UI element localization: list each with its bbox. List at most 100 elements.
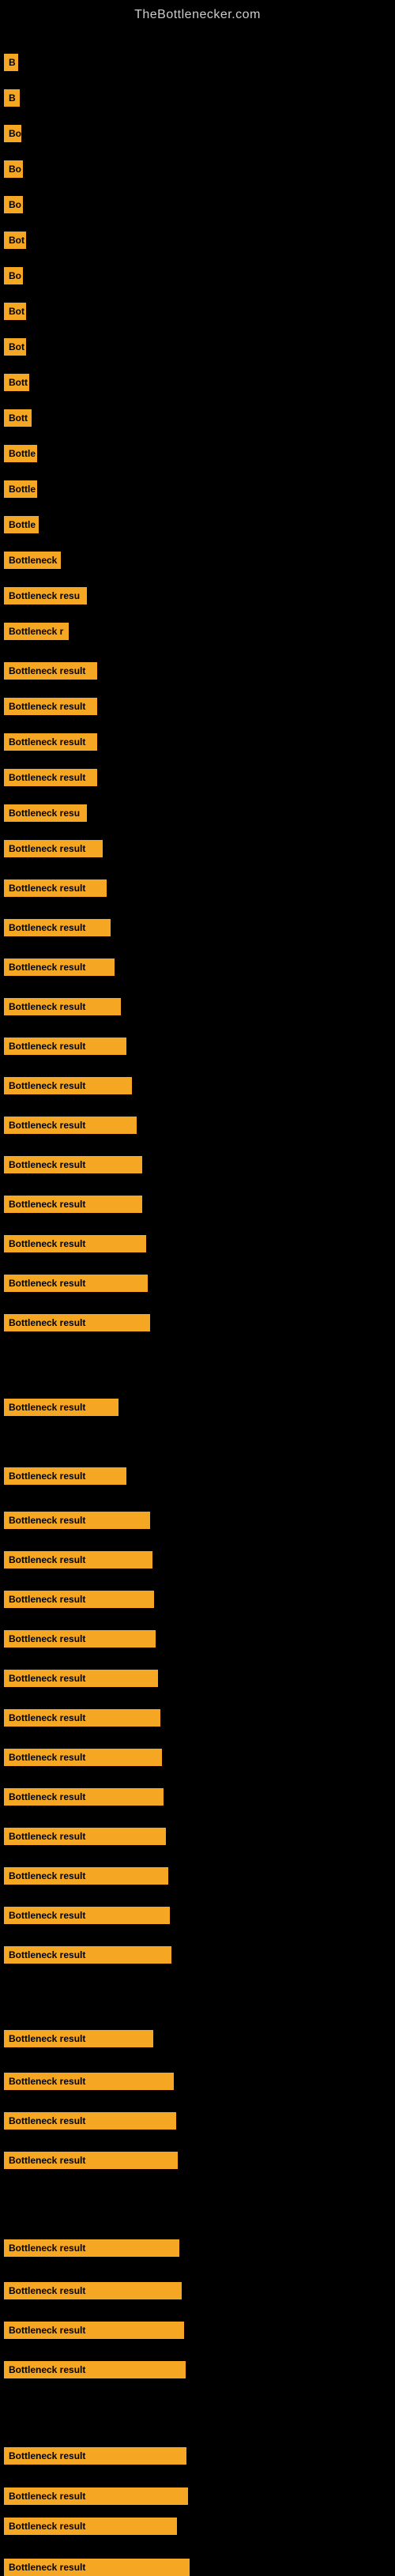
bar-label: Bottleneck result — [4, 1670, 158, 1687]
bar-row: Bottleneck result — [4, 1467, 126, 1485]
bar-label: Bottleneck result — [4, 1314, 150, 1331]
bar-label: Bottleneck resu — [4, 587, 87, 604]
bar-label: Bot — [4, 338, 26, 356]
bar-label: Bottleneck result — [4, 1038, 126, 1055]
bar-row: Bottleneck r — [4, 623, 69, 640]
bar-row: Bottleneck result — [4, 2322, 184, 2339]
bar-label: Bottleneck result — [4, 1591, 154, 1608]
bar-label: Bottle — [4, 480, 37, 498]
bar-label: Bottleneck result — [4, 1828, 166, 1845]
bar-label: Bottleneck resu — [4, 804, 87, 822]
bar-label: Bottleneck result — [4, 2447, 186, 2465]
bar-row: Bottleneck result — [4, 2361, 186, 2378]
bar-label: Bottleneck result — [4, 2073, 174, 2090]
bar-label: Bottleneck result — [4, 840, 103, 857]
bar-row: Bottleneck result — [4, 1630, 156, 1648]
bar-row: Bo — [4, 160, 23, 178]
bar-row: Bottleneck result — [4, 1196, 142, 1213]
bar-row: Bottleneck result — [4, 1709, 160, 1727]
bar-row: Bott — [4, 409, 32, 427]
bar-label: Bottleneck result — [4, 2112, 176, 2130]
bar-row: Bottleneck result — [4, 1749, 162, 1766]
bar-label: Bo — [4, 125, 21, 142]
bar-row: Bottleneck result — [4, 1907, 170, 1924]
bar-row: Bottle — [4, 445, 37, 462]
bar-row: Bottleneck result — [4, 879, 107, 897]
bar-row: Bottleneck result — [4, 840, 103, 857]
bar-label: Bottleneck result — [4, 1946, 171, 1964]
bar-label: Bottleneck r — [4, 623, 69, 640]
bar-label: Bottleneck result — [4, 879, 107, 897]
bar-row: Bottleneck resu — [4, 804, 87, 822]
bar-label: Bottle — [4, 445, 37, 462]
bar-label: Bottleneck result — [4, 1399, 118, 1416]
bar-label: Bottleneck result — [4, 1867, 168, 1885]
bar-row: Bottleneck result — [4, 1117, 137, 1134]
bar-label: Bottleneck result — [4, 2487, 188, 2505]
bar-label: Bottleneck result — [4, 1512, 150, 1529]
bar-label: Bottleneck result — [4, 1788, 164, 1806]
bar-row: Bottleneck result — [4, 1788, 164, 1806]
bar-row: Bottleneck result — [4, 1512, 150, 1529]
bar-row: Bottleneck result — [4, 1670, 158, 1687]
bar-label: Bottleneck result — [4, 1156, 142, 1173]
bar-row: Bottleneck — [4, 552, 61, 569]
bar-label: Bottleneck result — [4, 1275, 148, 1292]
bar-label: Bottleneck result — [4, 733, 97, 751]
bar-label: Bott — [4, 409, 32, 427]
bar-label: Bottleneck result — [4, 698, 97, 715]
bar-row: Bottleneck result — [4, 1828, 166, 1845]
bar-row: Bot — [4, 338, 26, 356]
bar-label: Bottleneck result — [4, 2282, 182, 2299]
bar-label: Bottleneck result — [4, 2152, 178, 2169]
bar-label: Bottleneck result — [4, 2030, 153, 2047]
bar-row: Bottleneck result — [4, 662, 97, 680]
bar-row: Bottleneck result — [4, 1551, 152, 1569]
bar-label: B — [4, 54, 18, 71]
bar-label: Bottleneck result — [4, 919, 111, 936]
bar-label: Bottleneck result — [4, 1749, 162, 1766]
bar-label: Bottleneck result — [4, 1630, 156, 1648]
bar-label: Bottleneck result — [4, 1467, 126, 1485]
bar-label: Bottleneck result — [4, 1551, 152, 1569]
bar-row: Bottleneck resu — [4, 587, 87, 604]
bar-row: Bottleneck result — [4, 2030, 153, 2047]
bar-row: Bottleneck result — [4, 2487, 188, 2505]
bar-label: Bottleneck result — [4, 958, 115, 976]
bar-label: Bottleneck result — [4, 1709, 160, 1727]
bar-label: Bott — [4, 374, 29, 391]
bar-label: Bo — [4, 160, 23, 178]
bar-label: Bottle — [4, 516, 39, 533]
bar-label: Bot — [4, 232, 26, 249]
bar-label: Bottleneck result — [4, 2518, 177, 2535]
bar-label: Bottleneck result — [4, 2361, 186, 2378]
bar-row: Bottleneck result — [4, 1867, 168, 1885]
bar-row: Bo — [4, 125, 21, 142]
bar-label: Bottleneck result — [4, 2559, 190, 2576]
bar-row: B — [4, 54, 18, 71]
bar-label: Bottleneck result — [4, 2239, 179, 2257]
bar-row: Bottleneck result — [4, 698, 97, 715]
bar-row: Bottleneck result — [4, 2282, 182, 2299]
bar-row: Bottleneck result — [4, 1235, 146, 1252]
bar-row: Bottleneck result — [4, 2559, 190, 2576]
bar-row: Bottleneck result — [4, 1038, 126, 1055]
bar-row: Bottleneck result — [4, 1946, 171, 1964]
bar-row: Bott — [4, 374, 29, 391]
bar-row: Bottleneck result — [4, 1156, 142, 1173]
bar-label: Bo — [4, 196, 23, 213]
bar-row: Bottleneck result — [4, 733, 97, 751]
bar-label: Bottleneck result — [4, 1196, 142, 1213]
bar-row: Bottleneck result — [4, 1314, 150, 1331]
bar-label: Bottleneck result — [4, 998, 121, 1015]
bar-row: Bottle — [4, 516, 39, 533]
bar-row: Bottleneck result — [4, 2112, 176, 2130]
bar-row: Bottleneck result — [4, 1077, 132, 1094]
bar-row: Bottleneck result — [4, 2073, 174, 2090]
bar-label: Bottleneck result — [4, 769, 97, 786]
bar-row: Bottleneck result — [4, 2152, 178, 2169]
bar-label: Bottleneck result — [4, 1907, 170, 1924]
bar-row: B‌ — [4, 89, 20, 107]
bar-row: Bot — [4, 303, 26, 320]
bar-label: Bo — [4, 267, 23, 284]
